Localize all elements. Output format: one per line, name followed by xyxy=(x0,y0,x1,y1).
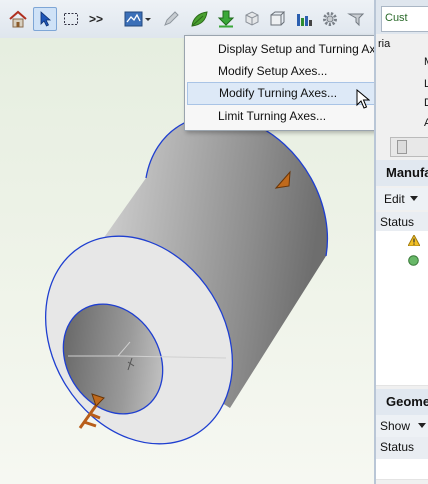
edit-menu[interactable]: Edit xyxy=(384,192,405,206)
home-icon[interactable] xyxy=(7,8,29,30)
menu-item-display-setup-turning-axes[interactable]: Display Setup and Turning Axes... xyxy=(187,39,405,60)
manufacturing-header: Manufa xyxy=(376,160,428,186)
scrollbar[interactable] xyxy=(390,137,428,157)
table-row[interactable] xyxy=(376,331,428,352)
chevron-down-icon[interactable] xyxy=(418,423,426,429)
chevron-down-icon[interactable] xyxy=(410,196,418,202)
status-ok-icon xyxy=(408,255,419,266)
view-setup-icon[interactable] xyxy=(124,8,152,30)
gear-icon[interactable] xyxy=(319,8,341,30)
show-menu[interactable]: Show xyxy=(380,419,410,433)
menu-item-modify-setup-axes[interactable]: Modify Setup Axes... xyxy=(187,61,405,82)
partial-label: M xyxy=(424,56,428,68)
table-row[interactable] xyxy=(376,291,428,312)
main-toolbar: >> xyxy=(0,0,374,39)
leaf-icon[interactable] xyxy=(188,8,210,30)
select-arrow-icon[interactable] xyxy=(33,7,57,31)
partial-label: D xyxy=(424,97,428,109)
table-row[interactable] xyxy=(376,271,428,292)
wireframe-cube-icon[interactable] xyxy=(266,8,288,30)
rotate-cube-icon[interactable] xyxy=(241,8,263,30)
tab-cust[interactable]: Cust xyxy=(381,6,428,32)
pen-icon[interactable] xyxy=(160,8,182,30)
download-arrow-icon[interactable] xyxy=(215,8,237,30)
geometry-title: Geome xyxy=(386,394,428,409)
right-panel: Cust ria M L D A Manufa Edit Status Geom… xyxy=(374,0,428,484)
geometry-column-header: Status xyxy=(376,437,428,459)
table-row[interactable] xyxy=(376,231,428,252)
partial-label: ria xyxy=(378,38,391,50)
mouse-cursor-icon xyxy=(356,89,370,109)
table-row[interactable] xyxy=(376,251,428,272)
partial-label: A xyxy=(424,117,428,129)
table-row[interactable] xyxy=(376,311,428,332)
status-column-header: Status xyxy=(380,215,415,229)
bar-chart-icon[interactable] xyxy=(293,8,315,30)
manufacturing-toolbar: Edit xyxy=(376,188,428,210)
table-row[interactable] xyxy=(376,459,428,480)
table-row[interactable] xyxy=(376,351,428,372)
menu-item-modify-turning-axes[interactable]: Modify Turning Axes... xyxy=(187,82,405,105)
right-tab-bar: Cust xyxy=(376,0,428,34)
warning-icon xyxy=(408,235,420,246)
tab-label: Cust xyxy=(385,12,408,24)
partial-label: L xyxy=(424,78,428,90)
more-chevrons-icon[interactable]: >> xyxy=(85,8,107,30)
menu-item-limit-turning-axes[interactable]: Limit Turning Axes... xyxy=(187,106,405,127)
scroll-thumb[interactable] xyxy=(397,140,407,154)
manufacturing-title: Manufa xyxy=(386,165,428,180)
box-select-icon[interactable] xyxy=(60,8,82,30)
geometry-toolbar: Show xyxy=(376,415,428,437)
status-column-header: Status xyxy=(380,440,415,454)
pointer-icon[interactable] xyxy=(345,8,367,30)
table-row[interactable] xyxy=(376,371,428,386)
geometry-header: Geome xyxy=(376,389,428,415)
